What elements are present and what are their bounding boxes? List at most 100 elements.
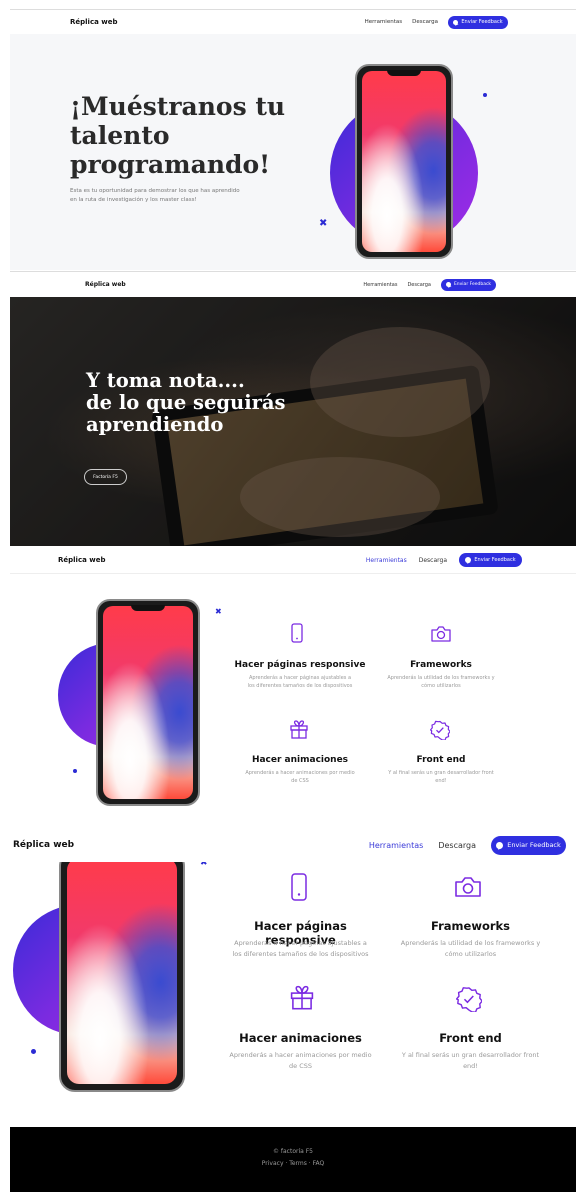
phone-mockup (59, 862, 185, 1092)
feature-description-line: Aprenderás la utilidad de los frameworks… (400, 939, 541, 947)
dot-decoration (31, 1049, 36, 1054)
feature-description-line: Aprenderás la utilidad de los frameworks… (387, 675, 495, 681)
phone-notch (387, 70, 421, 76)
feedback-button[interactable]: Enviar Feedback (441, 278, 496, 291)
smartphone-icon (289, 871, 309, 903)
feedback-button[interactable]: Enviar Feedback (448, 15, 508, 29)
hero-title-line-2: talento (70, 121, 170, 150)
feature-title: Hacer páginas responsive (234, 660, 366, 670)
navbar-3: Réplica web Herramientas Descarga Enviar… (10, 547, 576, 574)
camera-icon (429, 624, 453, 644)
chat-bubble-icon (445, 282, 451, 287)
hero-subtitle-line-2: en la ruta de investigación y los master… (70, 197, 197, 203)
phone-screen (103, 606, 193, 799)
feature-description: Y al final serás un gran desarrollador f… (372, 769, 510, 785)
features-section-large: ✖ Hacer páginas responsive Aprenderás a … (0, 862, 585, 1107)
chat-bubble-icon (496, 841, 504, 849)
navbar-4: Réplica web Herramientas Descarga Enviar… (0, 828, 585, 862)
nav-download-link[interactable]: Descarga (412, 19, 438, 25)
feature-title: Hacer animaciones (251, 755, 349, 765)
x-decoration-icon: ✖ (200, 862, 208, 868)
feature-title: Frameworks (430, 919, 511, 933)
brand-logo[interactable]: Réplica web (70, 18, 117, 26)
chat-bubble-icon (453, 19, 459, 25)
nav-tools-link[interactable]: Herramientas (369, 841, 424, 850)
hero-title: ¡Muéstranos tu talento programando! (70, 92, 285, 179)
navbar-1: Réplica web Herramientas Descarga Enviar… (10, 9, 576, 34)
gift-icon (288, 718, 310, 740)
feature-description: Aprenderás a hacer animaciones por medio… (218, 1050, 383, 1072)
badge-check-icon (429, 719, 451, 741)
feature-description: Aprenderás a hacer páginas ajustables a … (218, 938, 383, 960)
feature-title: Front end (439, 1031, 502, 1045)
feature-description-line: de CSS (291, 778, 309, 784)
feedback-button-label: Enviar Feedback (507, 841, 561, 849)
feature-title: Hacer animaciones (239, 1031, 362, 1045)
features-section-small: ✖ Hacer páginas responsive Aprenderás a … (10, 575, 576, 810)
hero-subtitle: Esta es tu oportunidad para demostrar lo… (70, 187, 240, 205)
footer: © factoría F5 Privacy · Terms · FAQ (10, 1127, 576, 1192)
gift-icon (287, 982, 317, 1012)
feature-description-line: de CSS (289, 1062, 312, 1070)
notes-title-line-2: de lo que seguirás (86, 391, 286, 414)
hero-title-line-3: programando! (70, 150, 271, 179)
feature-description-line: Aprenderás a hacer páginas ajustables a (234, 939, 367, 947)
x-decoration-icon: ✖ (319, 218, 328, 229)
smartphone-icon (289, 622, 305, 644)
brand-logo[interactable]: Réplica web (85, 281, 126, 288)
footer-copyright: © factoría F5 (272, 1148, 313, 1155)
feature-description-line: end! (463, 1062, 478, 1070)
notes-title: Y toma nota.... de lo que seguirás apren… (86, 370, 286, 436)
feature-description-line: Aprenderás a hacer animaciones por medio (245, 770, 355, 776)
nav-links: Herramientas Descarga Enviar Feedback (365, 15, 508, 29)
notes-title-line-1: Y toma nota.... (86, 369, 245, 392)
hero-title-line-1: ¡Muéstranos tu (70, 92, 286, 121)
phone-notch (131, 605, 165, 611)
notes-section: Y toma nota.... de lo que seguirás apren… (10, 297, 576, 546)
feature-description: Y al final serás un gran desarrollador f… (388, 1050, 553, 1072)
brand-logo[interactable]: Réplica web (13, 840, 74, 850)
brand-logo[interactable]: Réplica web (58, 556, 105, 564)
navbar-2: Réplica web Herramientas Descarga Enviar… (10, 271, 576, 297)
nav-links: Herramientas Descarga Enviar Feedback (369, 835, 566, 855)
feedback-button-label: Enviar Feedback (453, 282, 492, 287)
nav-tools-link[interactable]: Herramientas (365, 19, 402, 25)
feature-description-line: Aprenderás a hacer animaciones por medio (229, 1051, 372, 1059)
feedback-button[interactable]: Enviar Feedback (491, 835, 566, 855)
feature-description-line: cómo utilizarlos (444, 950, 497, 958)
camera-icon (453, 875, 483, 899)
notes-title-line-3: aprendiendo (86, 413, 224, 436)
dot-decoration (483, 93, 487, 97)
feedback-button-label: Enviar Feedback (461, 19, 503, 25)
nav-download-link[interactable]: Descarga (419, 557, 447, 564)
factoria-button[interactable]: Factoría F5 (84, 469, 127, 485)
feature-description-line: cómo utilizarlos (421, 683, 461, 689)
nav-download-link[interactable]: Descarga (438, 841, 476, 850)
chat-bubble-icon (465, 557, 472, 563)
badge-check-icon (454, 984, 484, 1014)
dot-decoration (73, 769, 77, 773)
nav-links: Herramientas Descarga Enviar Feedback (366, 553, 522, 567)
feature-description-line: los diferentes tamaños de los dispositiv… (232, 950, 369, 958)
feature-description-line: los diferentes tamaños de los dispositiv… (247, 683, 353, 689)
feedback-button[interactable]: Enviar Feedback (459, 553, 522, 567)
feedback-button-label: Enviar Feedback (474, 557, 516, 563)
factoria-button-label: Factoría F5 (93, 474, 118, 480)
feature-description: Aprenderás la utilidad de los frameworks… (388, 938, 553, 960)
feature-description: Aprenderás a hacer animaciones por medio… (230, 769, 370, 785)
nav-download-link[interactable]: Descarga (407, 282, 431, 288)
footer-links[interactable]: Privacy · Terms · FAQ (10, 1160, 576, 1167)
feature-description-line: Y al final serás un gran desarrollador f… (388, 770, 494, 776)
x-decoration-icon: ✖ (215, 607, 222, 616)
feature-title: Front end (416, 755, 466, 765)
nav-tools-link[interactable]: Herramientas (366, 557, 407, 564)
feature-description-line: Y al final serás un gran desarrollador f… (401, 1051, 540, 1059)
hero-subtitle-line-1: Esta es tu oportunidad para demostrar lo… (70, 188, 240, 194)
feature-title: Frameworks (410, 660, 472, 670)
nav-tools-link[interactable]: Herramientas (363, 282, 397, 288)
phone-screen (67, 862, 177, 1084)
hero-section: ¡Muéstranos tu talento programando! Esta… (10, 34, 576, 270)
feature-description: Aprenderás la utilidad de los frameworks… (372, 674, 510, 690)
nav-links: Herramientas Descarga Enviar Feedback (363, 278, 496, 291)
phone-mockup (355, 64, 453, 259)
